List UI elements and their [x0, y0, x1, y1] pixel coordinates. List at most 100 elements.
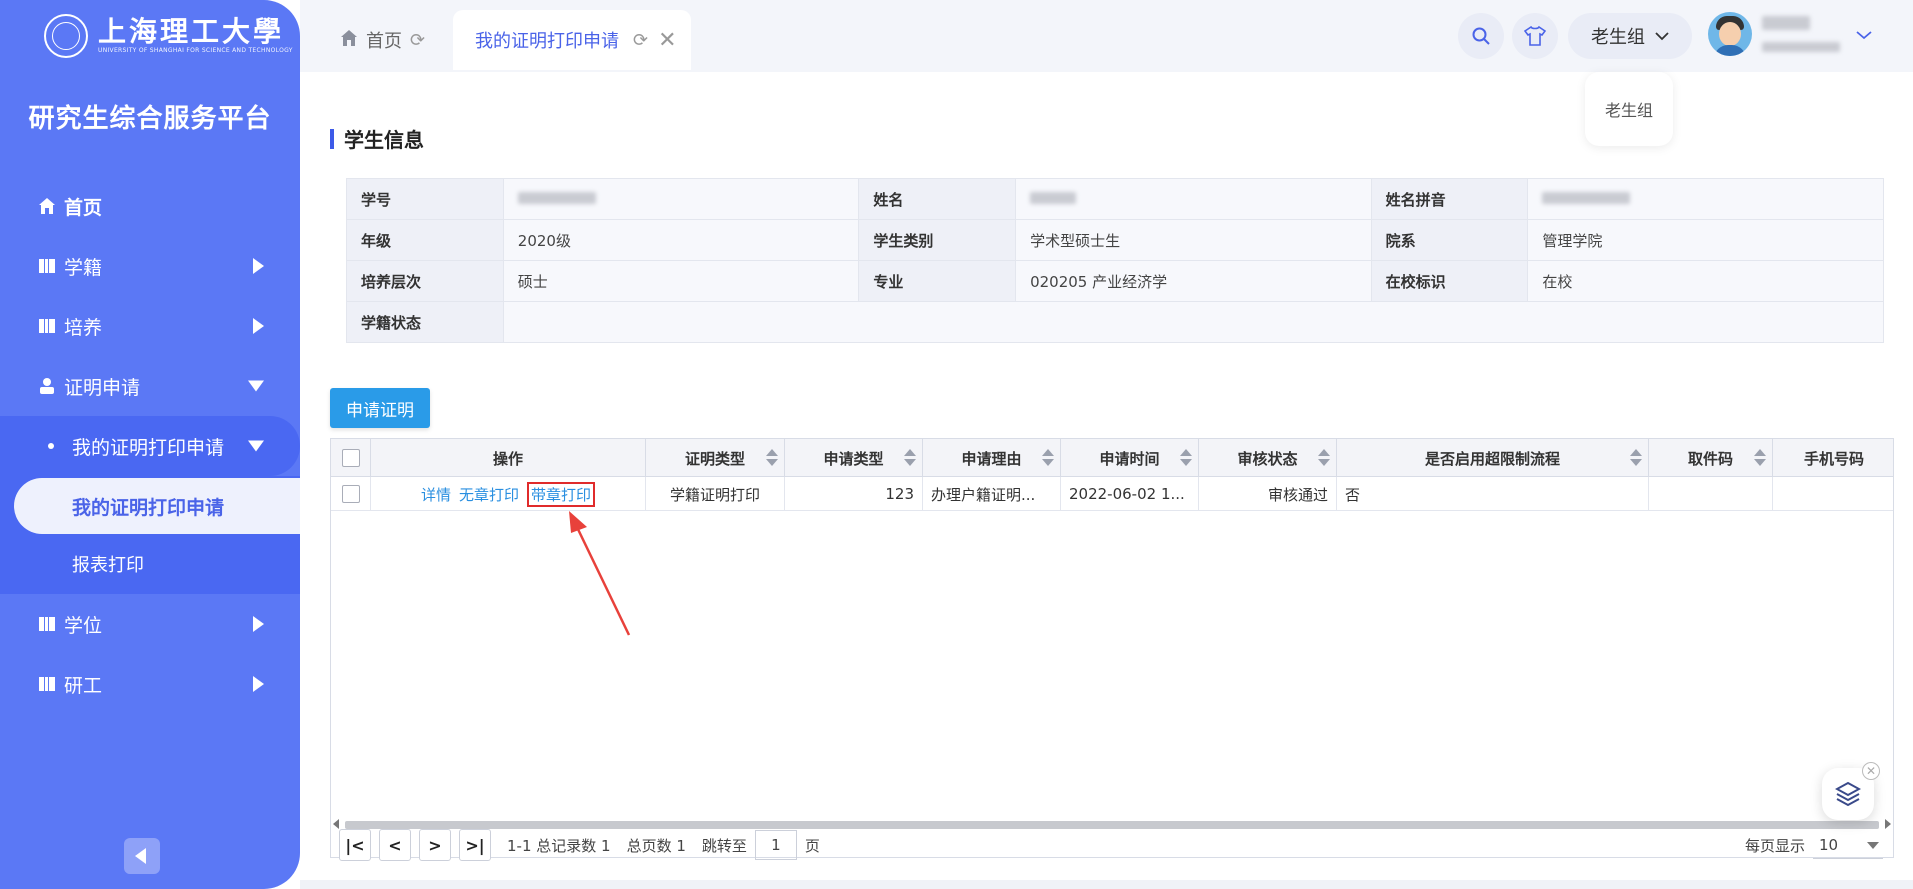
sidebar-item-enrollment[interactable]: 学籍	[0, 236, 300, 296]
sort-icon[interactable]	[904, 449, 916, 467]
scrollbar-thumb[interactable]	[345, 821, 1879, 829]
column-header: 操作	[371, 439, 646, 477]
book-icon	[38, 257, 56, 275]
close-icon[interactable]: ✕	[1862, 762, 1880, 780]
scroll-left-icon[interactable]	[333, 819, 339, 829]
last-page-button[interactable]: >|	[459, 829, 491, 861]
sidebar-subsub-report-print[interactable]: 报表打印	[0, 534, 300, 594]
book-icon	[38, 317, 56, 335]
column-header: 手机号码	[1803, 449, 1864, 468]
theme-button[interactable]	[1512, 13, 1558, 59]
prev-page-button[interactable]: <	[379, 829, 411, 861]
info-value-redacted	[1015, 178, 1372, 220]
bottom-strip	[300, 880, 1913, 889]
pagination: |< < > >| 1-1 总记录数 1 总页数 1 跳转至 1 页 每页显示 …	[331, 829, 1893, 861]
sidebar-subsub-my-cert-active[interactable]: 我的证明打印申请	[14, 478, 300, 534]
sort-icon[interactable]	[1180, 449, 1192, 467]
university-name-en: UNIVERSITY OF SHANGHAI FOR SCIENCE AND T…	[98, 47, 293, 54]
info-row: 学号 姓名 姓名拼音	[346, 178, 1884, 220]
close-icon[interactable]: ✕	[658, 28, 676, 53]
chevron-down-icon[interactable]	[1856, 30, 1872, 40]
sidebar-item-degree[interactable]: 学位	[0, 594, 300, 654]
sort-icon[interactable]	[1042, 449, 1054, 467]
sidebar-item-label: 研工	[64, 674, 103, 697]
sidebar-item-research[interactable]: 研工	[0, 654, 300, 714]
reason-cell: 办理户籍证明...	[923, 477, 1061, 511]
over-limit-cell: 否	[1337, 477, 1649, 511]
per-page-group: 每页显示 10	[1745, 831, 1883, 859]
sort-icon[interactable]	[1318, 449, 1330, 467]
sidebar-subitem-my-cert[interactable]: 我的证明打印申请	[0, 416, 300, 476]
sidebar-nav: 首页 学籍 培养 证明申请 我的证明打印申请 我的证明打印申请 报表打印 学位 …	[0, 176, 300, 714]
info-value: 硕士	[502, 260, 860, 302]
scroll-right-icon[interactable]	[1885, 819, 1891, 829]
sort-icon[interactable]	[1630, 449, 1642, 467]
role-select-label: 老生组	[1591, 27, 1645, 48]
info-value: 2020级	[502, 219, 860, 261]
sidebar-item-certificate[interactable]: 证明申请	[0, 356, 300, 416]
sort-icon[interactable]	[1754, 449, 1766, 467]
sidebar-item-label: 学位	[64, 614, 103, 637]
apply-type-cell: 123	[785, 477, 923, 511]
chevron-right-icon	[253, 318, 264, 334]
first-page-button[interactable]: |<	[339, 829, 371, 861]
column-header[interactable]: 申请类型	[785, 439, 923, 477]
phone-cell	[1773, 477, 1895, 511]
row-checkbox[interactable]	[341, 485, 360, 503]
grid-header: 操作 证明类型 申请类型 申请理由 申请时间 审核状态 是否启用超限制流程 取件…	[331, 439, 1893, 477]
avatar[interactable]	[1708, 12, 1752, 56]
column-header[interactable]: 取件码	[1649, 439, 1773, 477]
refresh-icon[interactable]: ⟳	[633, 30, 648, 51]
apply-certificate-button[interactable]: 申请证明	[330, 388, 430, 428]
record-summary: 1-1 总记录数 1	[507, 836, 611, 855]
next-page-button[interactable]: >	[419, 829, 451, 861]
tab-home[interactable]: 首页 ⟳	[340, 10, 433, 70]
collapse-sidebar-button[interactable]	[124, 838, 160, 874]
chevron-right-icon	[253, 616, 264, 632]
chevron-left-icon	[135, 848, 146, 864]
info-key: 培养层次	[346, 260, 504, 302]
per-page-value: 10	[1819, 835, 1839, 854]
info-key: 专业	[858, 260, 1017, 302]
sidebar-item-label: 我的证明打印申请	[72, 436, 225, 459]
sidebar: 上海理工大學 UNIVERSITY OF SHANGHAI FOR SCIENC…	[0, 0, 300, 889]
sort-icon[interactable]	[766, 449, 778, 467]
column-header[interactable]: 证明类型	[646, 439, 785, 477]
university-seal-icon	[44, 14, 88, 58]
info-row: 学籍状态	[346, 301, 1885, 343]
column-header[interactable]: 申请理由	[923, 439, 1061, 477]
info-row: 年级 2020级 学生类别 学术型硕士生 院系 管理学院	[346, 219, 1884, 261]
section-title-text: 学生信息	[344, 128, 424, 152]
operations-cell: 详情 无章打印 带章打印	[371, 477, 646, 511]
role-select[interactable]: 老生组	[1568, 13, 1692, 59]
book-icon	[38, 615, 56, 633]
column-header[interactable]: 审核状态	[1199, 439, 1337, 477]
column-header[interactable]: 申请时间	[1061, 439, 1199, 477]
annotation-arrow-icon	[569, 511, 631, 636]
section-title: 学生信息	[330, 124, 424, 153]
refresh-icon[interactable]: ⟳	[410, 30, 425, 51]
print-with-seal-link[interactable]: 带章打印	[527, 481, 596, 507]
pickup-code-cell	[1649, 477, 1773, 511]
chevron-down-icon	[248, 440, 264, 452]
tab-my-cert[interactable]: 我的证明打印申请 ⟳ ✕	[453, 10, 691, 70]
tab-active-label: 我的证明打印申请	[475, 31, 619, 52]
info-value-redacted	[1527, 178, 1884, 220]
main-content: 学生信息 学号 姓名 姓名拼音 年级 2020级 学生类别 学术型硕士生 院系 …	[310, 80, 1905, 880]
info-value: 学术型硕士生	[1015, 219, 1372, 261]
role-dropdown-option[interactable]: 老生组	[1585, 72, 1673, 146]
per-page-select[interactable]: 10	[1813, 831, 1883, 859]
home-icon	[340, 29, 358, 52]
user-info-redacted	[1762, 42, 1840, 52]
search-button[interactable]	[1458, 13, 1504, 59]
sidebar-item-training[interactable]: 培养	[0, 296, 300, 356]
select-all-checkbox[interactable]	[341, 449, 360, 467]
details-link[interactable]: 详情	[421, 484, 451, 505]
jump-page-input[interactable]: 1	[754, 830, 797, 860]
status-cell: 审核通过	[1199, 477, 1337, 511]
print-without-seal-link[interactable]: 无章打印	[459, 484, 519, 505]
column-header[interactable]: 是否启用超限制流程	[1337, 439, 1649, 477]
horizontal-scrollbar[interactable]	[331, 817, 1893, 831]
cert-type-cell: 学籍证明打印	[646, 477, 785, 511]
sidebar-item-home[interactable]: 首页	[0, 176, 300, 236]
